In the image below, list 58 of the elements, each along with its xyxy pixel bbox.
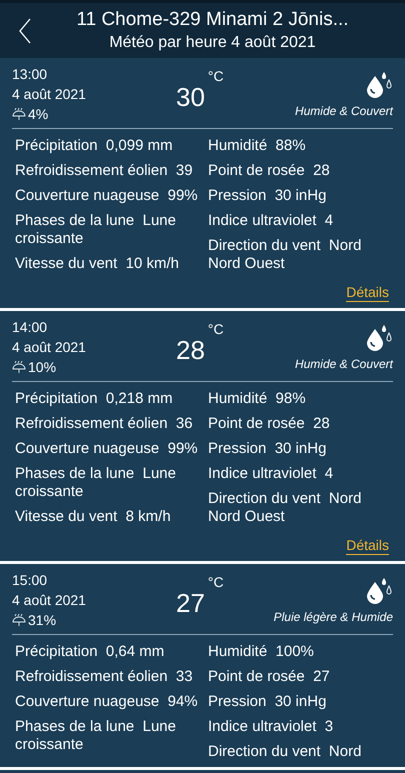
rain-chance-text: 4%: [28, 105, 48, 124]
umbrella-rain-icon: [12, 108, 26, 120]
condition-text: Humide & Couvert: [294, 103, 393, 120]
detail-text: Direction du vent Nord Nord Ouest: [208, 490, 362, 526]
temperature-text: 27: [176, 587, 205, 620]
detail-text: Pression 30 inHg: [208, 187, 328, 205]
detail-text: Indice ultraviolet 3: [208, 718, 334, 736]
unit-text: °C: [208, 321, 224, 337]
detail-text: Précipitation 0,099 mm: [15, 137, 174, 155]
time-text: 15:00: [12, 571, 48, 590]
location-title: 11 Chome-329 Minami 2 Jōnis...: [76, 8, 349, 32]
detail-text: Couverture nuageuse 99%: [15, 187, 199, 205]
detail-text: Refroidissement éolien 33: [15, 668, 194, 686]
condition-text: Pluie légère & Humide: [274, 609, 393, 626]
back-chevron-icon: [18, 18, 32, 44]
detail-text: Précipitation 0,218 mm: [15, 390, 174, 408]
detail-text: Point de rosée 28: [208, 162, 331, 180]
temperature-text: 28: [176, 334, 205, 367]
detail-text: Point de rosée 27: [208, 668, 331, 686]
date-text: 4 août 2021: [12, 338, 87, 357]
unit-text: °C: [208, 574, 224, 590]
water-drops-icon: [365, 578, 393, 604]
detail-text: Pression 30 inHg: [208, 693, 328, 711]
detail-text: Phases de la lune Lune croissante: [15, 212, 177, 248]
detail-text: Phases de la lune Lune croissante: [15, 718, 177, 754]
rain-chance-text: 10%: [28, 358, 56, 377]
time-text: 13:00: [12, 65, 48, 84]
detail-text: Vitesse du vent 8 km/h: [15, 508, 172, 526]
detail-text: Refroidissement éolien 36: [15, 415, 194, 433]
umbrella-rain-icon: [12, 360, 26, 374]
detail-text: Couverture nuageuse 99%: [15, 440, 199, 458]
time-text: 14:00: [12, 318, 48, 337]
detail-text: Humidité 88%: [208, 137, 307, 155]
umbrella-rain-icon: [12, 614, 26, 626]
rain-chance-text: 31%: [28, 611, 56, 630]
date-text: 4 août 2021: [12, 591, 87, 610]
detail-text: Couverture nuageuse 94%: [15, 693, 199, 711]
unit-text: °C: [208, 68, 224, 84]
detail-text: Indice ultraviolet 4: [208, 465, 334, 483]
detail-text: Refroidissement éolien 39: [15, 162, 194, 180]
detail-text: Pression 30 inHg: [208, 440, 328, 458]
details-link[interactable]: Détails: [346, 283, 389, 302]
detail-text: Humidité 100%: [208, 643, 315, 661]
detail-text: Indice ultraviolet 4: [208, 212, 334, 230]
condition-text: Humide & Couvert: [294, 356, 393, 373]
detail-text: Précipitation 0,64 mm: [15, 643, 166, 661]
date-text: 4 août 2021: [12, 85, 87, 104]
water-drops-icon: [365, 72, 393, 98]
detail-text: Humidité 98%: [208, 390, 307, 408]
detail-text: Vitesse du vent 10 km/h: [15, 255, 180, 273]
detail-text: Direction du vent Nord Nord Ouest: [208, 237, 362, 273]
detail-text: Direction du vent Nord: [208, 743, 362, 761]
temperature-text: 30: [176, 81, 205, 114]
detail-text: Point de rosée 28: [208, 415, 331, 433]
detail-text: Phases de la lune Lune croissante: [15, 465, 177, 501]
water-drops-icon: [365, 325, 393, 351]
page-subtitle: Météo par heure 4 août 2021: [109, 32, 316, 52]
details-link[interactable]: Détails: [346, 536, 389, 555]
